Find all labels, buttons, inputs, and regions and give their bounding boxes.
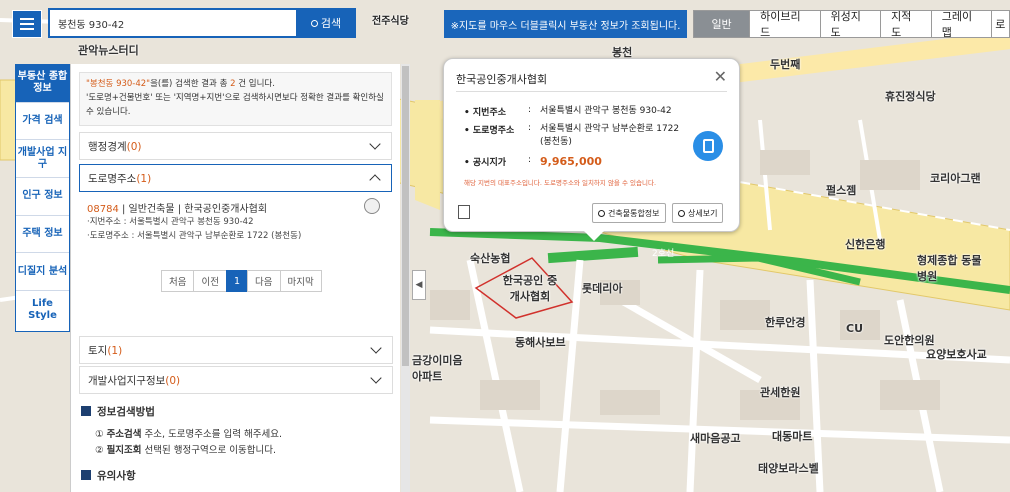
result-query: "봉천동 930-42" — [86, 79, 151, 89]
search-icon — [598, 209, 605, 217]
section-land[interactable]: 토지(1) — [79, 336, 393, 364]
tab-life-style[interactable]: Life Style — [16, 291, 69, 329]
map-label: 요양보호사교 — [926, 348, 987, 361]
building-info-button[interactable]: 건축물통합정보 — [592, 203, 666, 223]
info-title: 정보검색방법 — [81, 404, 155, 419]
pagination: 처음 이전 1 다음 마지막 — [161, 270, 322, 292]
tab-real-estate-info[interactable]: 부동산 종합정보 — [16, 65, 69, 103]
tab-development-zone[interactable]: 개발사업 지구 — [16, 140, 69, 179]
section-admin-boundary[interactable]: 행정경계(0) — [79, 132, 392, 160]
map-type-normal[interactable]: 일반 — [693, 10, 751, 38]
map-type-more[interactable]: 로 — [992, 10, 1010, 38]
chevron-left-icon: ◀ — [415, 280, 423, 290]
divider — [456, 91, 727, 92]
map-notice-banner: ※지도를 마우스 더블클릭시 부동산 정보가 조회됩니다. — [444, 10, 687, 38]
map-label: 한국공인 중개사협회 — [502, 274, 558, 303]
map-label: 숙산농협 — [470, 252, 511, 265]
location-pin-icon[interactable] — [364, 198, 380, 214]
popup-price-value: 9,965,000 — [540, 155, 602, 168]
scrollbar-thumb[interactable] — [402, 66, 409, 366]
chevron-down-icon — [370, 372, 382, 384]
popup-title: 한국공인중개사협회 — [456, 73, 548, 86]
collapse-panel-button[interactable]: ◀ — [412, 270, 426, 300]
map-label: 2호선 — [652, 249, 675, 259]
page-prev[interactable]: 이전 — [193, 270, 227, 292]
popup-price-row: • 공시지가: 9,965,000 — [464, 155, 690, 168]
chevron-down-icon — [370, 342, 382, 354]
popup-road-value: 서울특별시 관악구 남부순환로 1722 (봉천동) — [540, 124, 680, 147]
search-input[interactable] — [50, 10, 296, 36]
map-label: 휴진정식당 — [885, 90, 936, 103]
map-label: 전주식당 — [372, 16, 409, 27]
map-type-gray[interactable]: 그레이맵 — [931, 10, 993, 39]
page-1[interactable]: 1 — [225, 270, 249, 292]
tab-population-info[interactable]: 인구 정보 — [16, 178, 69, 216]
search-icon — [678, 209, 685, 217]
chevron-up-icon — [369, 174, 381, 186]
map-label: 두번째 — [770, 58, 801, 71]
map-label: 코리아그랜 — [930, 172, 981, 185]
search-icon — [310, 19, 318, 27]
address-result-item[interactable]: 08784 | 일반건축물 | 한국공인중개사협회 ·지번주소 : 서울특별시 … — [87, 198, 390, 243]
map-label: 한루안경 — [765, 316, 806, 329]
map-label: CU — [846, 322, 864, 335]
search-button-label: 검색 — [320, 17, 342, 30]
map-label: 관세한원 — [760, 386, 801, 399]
map-label: 금강이미음 아파트 — [412, 354, 463, 383]
map-label: 동해사보브 — [515, 336, 566, 349]
document-icon[interactable] — [458, 205, 470, 219]
popup-warning: 해당 지번의 대표주소입니다. 도로명주소와 일치하지 않을 수 있습니다. — [464, 179, 657, 187]
map-type-switcher: 일반 하이브리드 위성지도 지적도 그레이맵 로 — [693, 10, 1010, 39]
search-bar: 검색 — [48, 8, 356, 38]
detail-view-button[interactable]: 상세보기 — [672, 203, 724, 223]
map-type-hybrid[interactable]: 하이브리드 — [750, 10, 821, 39]
jibun-address: ·지번주소 : 서울특별시 관악구 봉천동 930-42 — [87, 217, 254, 227]
map-label: 롯데리아 — [582, 282, 623, 295]
square-bullet-icon — [81, 470, 91, 480]
search-results-panel: "봉천동 930-42"을(를) 검색한 결과 총 2 건 입니다. '도로명+… — [70, 64, 400, 492]
tab-price-search[interactable]: 가격 검색 — [16, 103, 69, 141]
tab-land-analysis[interactable]: 디질지 분석 — [16, 253, 69, 292]
square-bullet-icon — [81, 406, 91, 416]
chevron-down-icon — [369, 138, 381, 150]
category-tabs: 부동산 종합정보 가격 검색 개발사업 지구 인구 정보 주택 정보 디질지 분… — [15, 64, 70, 332]
map-label: 신한은행 — [845, 238, 886, 251]
map-label: 대동마트 — [772, 430, 813, 443]
result-summary: "봉천동 930-42"을(를) 검색한 결과 총 2 건 입니다. '도로명+… — [79, 72, 392, 126]
search-button[interactable]: 검색 — [298, 10, 354, 36]
notes-title: 유의사항 — [81, 468, 136, 483]
calculator-icon[interactable] — [693, 131, 723, 161]
popup-jibun-value: 서울특별시 관악구 봉천동 930-42 — [540, 106, 672, 116]
zip-code: 08784 — [87, 204, 119, 215]
parcel-info-popup: 한국공인중개사협회 ✕ • 지번주소: 서울특별시 관악구 봉천동 930-42… — [443, 58, 740, 241]
menu-button[interactable] — [12, 10, 42, 38]
page-last[interactable]: 마지막 — [279, 270, 322, 292]
map-label: 형제종합 동물병원 — [917, 254, 982, 283]
map-label: 펄스젬 — [826, 184, 857, 197]
map-type-cadastral[interactable]: 지적도 — [881, 10, 932, 39]
page-next[interactable]: 다음 — [247, 270, 281, 292]
map-label: 새마음공고 — [690, 432, 741, 445]
info-step-1: ① 주소검색 주소, 도로명주소를 입력 해주세요. — [95, 429, 283, 440]
result-hint: '도로명+건물번호' 또는 '지역명+지번'으로 검색하시면보다 정확한 결과를… — [86, 93, 384, 117]
road-address: ·도로명주소 : 서울특별시 관악구 남부순환로 1722 (봉천동) — [87, 231, 302, 241]
section-development-info[interactable]: 개발사업지구정보(0) — [79, 366, 393, 394]
map-label: 태양보라스벨 — [758, 462, 819, 475]
page-first[interactable]: 처음 — [161, 270, 195, 292]
map-label: 관악뉴스터디 — [78, 44, 139, 57]
hamburger-icon — [20, 18, 34, 20]
popup-road-row: • 도로명주소: 서울특별시 관악구 남부순환로 1722 (봉천동) — [464, 123, 690, 149]
map-type-satellite[interactable]: 위성지도 — [820, 10, 882, 39]
close-icon[interactable]: ✕ — [714, 67, 727, 86]
tab-housing-info[interactable]: 주택 정보 — [16, 216, 69, 254]
popup-jibun-row: • 지번주소: 서울특별시 관악구 봉천동 930-42 — [464, 105, 690, 118]
panel-scrollbar[interactable] — [401, 64, 410, 492]
map-label: 도안한의원 — [884, 334, 935, 347]
section-road-address[interactable]: 도로명주소(1) — [79, 164, 392, 192]
info-step-2: ② 필지조회 선택된 행정구역으로 이동합니다. — [95, 445, 276, 456]
